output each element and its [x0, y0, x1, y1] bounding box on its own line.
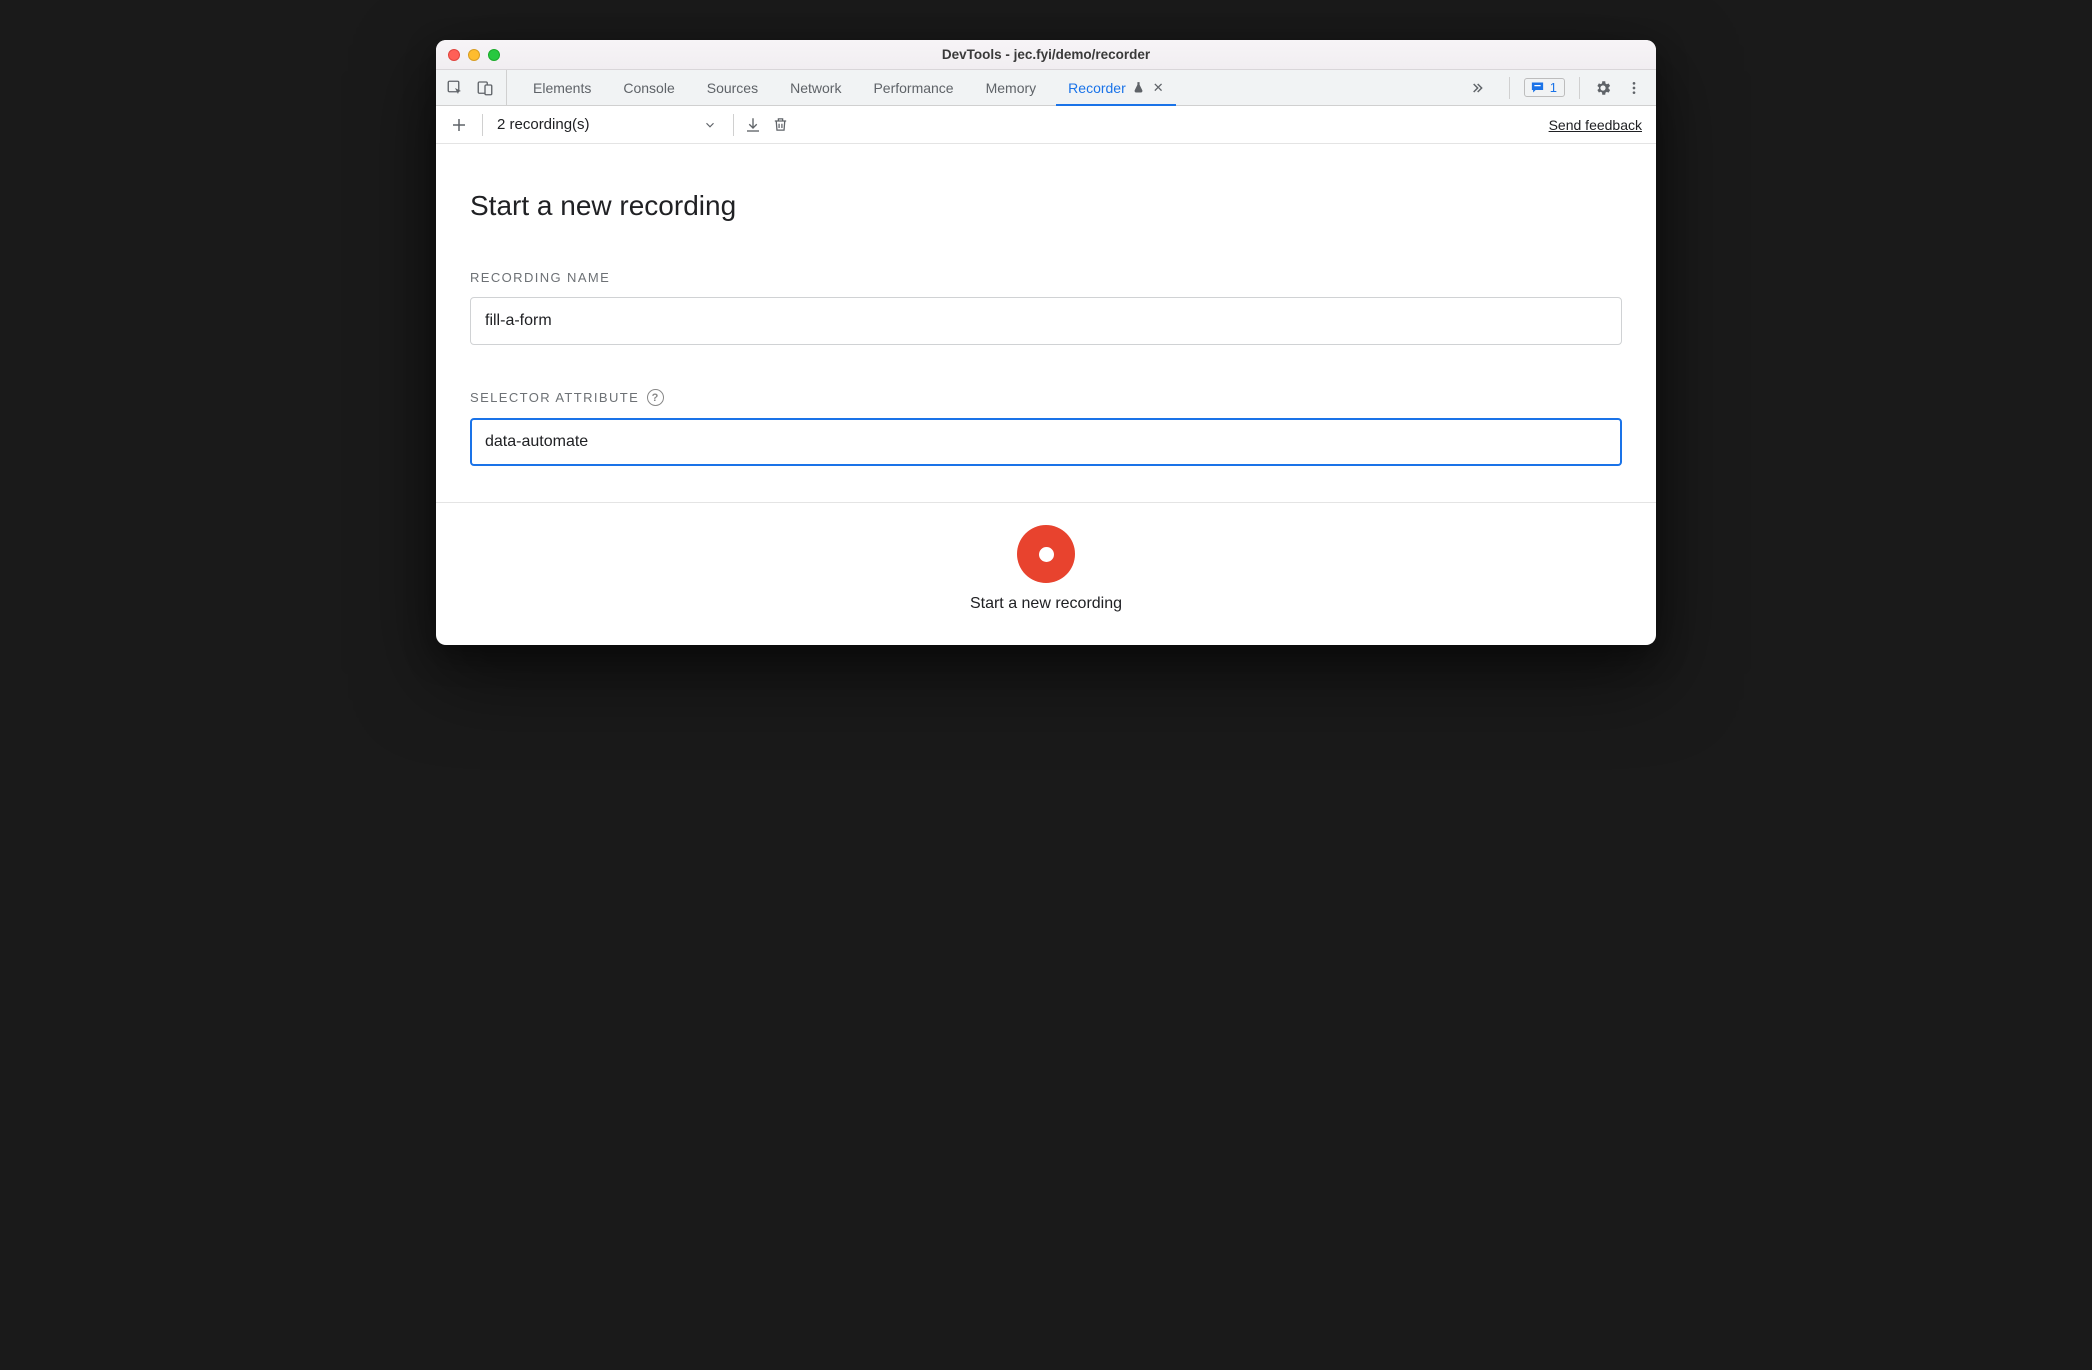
message-icon — [1530, 80, 1545, 95]
tab-elements[interactable]: Elements — [517, 70, 607, 105]
tab-label: Memory — [986, 80, 1037, 96]
recording-name-field: Recording Name — [470, 270, 1622, 345]
chevron-down-icon — [703, 118, 717, 132]
new-recording-plus-icon[interactable] — [446, 116, 472, 134]
delete-trash-icon[interactable] — [772, 116, 789, 133]
separator — [733, 114, 734, 136]
recorder-main: Start a new recording Recording Name Sel… — [436, 144, 1656, 502]
window-titlebar: DevTools - jec.fyi/demo/recorder — [436, 40, 1656, 70]
tab-label: Performance — [873, 80, 953, 96]
selector-attribute-field: Selector Attribute ? — [470, 389, 1622, 466]
tab-network[interactable]: Network — [774, 70, 857, 105]
device-toolbar-icon[interactable] — [476, 79, 494, 97]
export-download-icon[interactable] — [744, 116, 762, 134]
start-recording-button[interactable] — [1017, 525, 1075, 583]
tab-label: Console — [623, 80, 674, 96]
recorder-footer: Start a new recording — [436, 502, 1656, 645]
selector-attribute-label: Selector Attribute ? — [470, 389, 1622, 406]
close-tab-icon[interactable]: ✕ — [1153, 80, 1164, 96]
recordings-dropdown[interactable]: 2 recording(s) — [493, 114, 723, 135]
tab-label: Network — [790, 80, 841, 96]
flask-experimental-icon — [1132, 81, 1145, 94]
close-window-button[interactable] — [448, 49, 460, 61]
zoom-window-button[interactable] — [488, 49, 500, 61]
recordings-summary: 2 recording(s) — [497, 116, 590, 133]
tab-recorder[interactable]: Recorder ✕ — [1052, 70, 1180, 105]
window-title: DevTools - jec.fyi/demo/recorder — [448, 47, 1644, 62]
label-text: Recording Name — [470, 270, 610, 285]
kebab-menu-icon[interactable] — [1626, 80, 1642, 96]
send-feedback-link[interactable]: Send feedback — [1549, 117, 1642, 133]
help-icon[interactable]: ? — [647, 389, 664, 406]
inspect-tools — [442, 70, 507, 105]
tabstrip-right-tools: 1 — [1495, 70, 1650, 105]
tab-console[interactable]: Console — [607, 70, 690, 105]
separator — [1579, 77, 1580, 99]
tab-sources[interactable]: Sources — [691, 70, 774, 105]
start-recording-label: Start a new recording — [970, 595, 1122, 613]
minimize-window-button[interactable] — [468, 49, 480, 61]
issues-counter[interactable]: 1 — [1524, 78, 1565, 97]
devtools-window: DevTools - jec.fyi/demo/recorder Element… — [436, 40, 1656, 645]
label-text: Selector Attribute — [470, 390, 639, 405]
selector-attribute-input[interactable] — [470, 418, 1622, 466]
traffic-lights — [448, 49, 500, 61]
separator — [482, 114, 483, 136]
panel-tabs: Elements Console Sources Network Perform… — [517, 70, 1459, 105]
recording-name-input[interactable] — [470, 297, 1622, 345]
separator — [1509, 77, 1510, 99]
more-tabs-button[interactable] — [1459, 70, 1495, 105]
record-dot-icon — [1039, 547, 1054, 562]
recording-name-label: Recording Name — [470, 270, 1622, 285]
settings-gear-icon[interactable] — [1594, 79, 1612, 97]
tab-label: Elements — [533, 80, 591, 96]
tab-label: Recorder — [1068, 80, 1126, 96]
tab-label: Sources — [707, 80, 758, 96]
page-heading: Start a new recording — [470, 190, 1622, 222]
recorder-toolbar: 2 recording(s) Send feedback — [436, 106, 1656, 144]
issues-count: 1 — [1550, 80, 1557, 95]
tab-memory[interactable]: Memory — [970, 70, 1053, 105]
inspect-element-icon[interactable] — [446, 79, 464, 97]
panel-tabstrip: Elements Console Sources Network Perform… — [436, 70, 1656, 106]
tab-performance[interactable]: Performance — [857, 70, 969, 105]
